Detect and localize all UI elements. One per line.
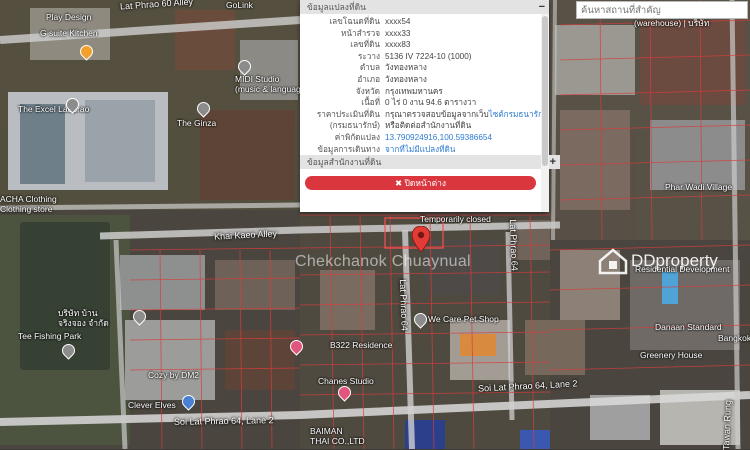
info-value-text: กรุงเทพมหานคร	[385, 86, 443, 96]
landmark-search-input[interactable]	[576, 1, 748, 19]
info-row: เลขที่ดิน xxxx83	[300, 39, 549, 51]
panel-scrollbar[interactable]	[541, 14, 549, 212]
land-parcel-section-header[interactable]: ข้อมูลแปลงที่ดิน −	[300, 0, 549, 14]
info-row: ระวาง 5136 IV 7224-10 (1000)	[300, 51, 549, 63]
road-label-lat-phrao-64: Lat Phrao 64	[397, 279, 410, 331]
info-row: จังหวัด กรุงเทพมหานคร	[300, 86, 549, 98]
poi-label-midi-studio: MIDI Studio (music & language)	[235, 74, 309, 94]
info-value: 13.790924916,100.59386654	[385, 132, 492, 144]
info-value: xxxx33	[385, 28, 410, 40]
watermark-text: Chekchanok Chuaynual	[295, 253, 471, 270]
info-row: เลขโฉนดที่ดิน xxxx54	[300, 16, 549, 28]
poi-label-chanes-studio: Chanes Studio	[318, 376, 374, 386]
poi-label-play-design: Play Design	[46, 12, 92, 22]
info-row: ตำบล วังทองหลาง	[300, 62, 549, 74]
poi-label-golink: GoLink	[226, 0, 253, 10]
info-value-text: xxxx54	[385, 17, 411, 26]
poi-label-temporarily-closed: Temporarily closed	[420, 214, 491, 224]
info-value: วังทองหลาง	[385, 74, 427, 86]
info-link[interactable]: 13.790924916,100.59386654	[385, 133, 492, 142]
house-logo-icon	[598, 248, 628, 275]
info-key: จังหวัด	[355, 86, 380, 96]
info-value: 5136 IV 7224-10 (1000)	[385, 51, 472, 63]
info-value: xxxx54	[385, 16, 410, 28]
info-value: กรุณาตรวจสอบข้อมูลจากเว็บไซต์กรมธนารักษ์	[385, 109, 548, 121]
road-label-soi-lane-2: Soi Lat Phrao 64, Lane 2	[173, 415, 274, 427]
info-key: ข้อมูลการเดินทาง	[317, 144, 380, 154]
info-link[interactable]: จากที่ไม่มีแปลงที่ดิน	[385, 145, 455, 154]
info-key: ตำบล	[359, 63, 380, 73]
info-value-text: กรุณาตรวจสอบข้อมูลจากเว็บ	[385, 109, 489, 119]
info-key: (กรมธนารักษ์)	[329, 121, 380, 131]
poi-label-fishing-park: Tee Fishing Park	[18, 331, 82, 341]
info-value-text: xxxx33	[385, 28, 411, 38]
info-key: เลขโฉนดที่ดิน	[329, 17, 380, 26]
info-key: เลขที่ดิน	[350, 40, 380, 50]
collapse-icon[interactable]: −	[539, 1, 545, 13]
info-value: หรือติดต่อสำนักงานที่ดิน	[385, 120, 471, 132]
poi-label-bangkok: Bangkok	[718, 333, 750, 343]
poi-label-cozy: Cozy by DM2	[148, 370, 200, 380]
info-key: หน้าสำรวจ	[341, 28, 380, 38]
poi-label-greenery-house: Greenery House	[640, 350, 703, 360]
info-key: ระวาง	[358, 51, 380, 61]
info-value-text: 0 ไร่ 0 งาน 94.6 ตารางวา	[385, 98, 477, 108]
info-row: ราคาประเมินที่ดิน กรุณาตรวจสอบข้อมูลจากเว…	[300, 109, 549, 121]
road-label-tawan-rung: Tawan Rung	[721, 399, 733, 450]
poi-label-baiman: BAIMAN THAI CO.,LTD	[310, 426, 365, 446]
info-row: อำเภอ วังทองหลาง	[300, 74, 549, 86]
poi-label-acha-clothing: ACHA Clothing Clothing store	[0, 194, 57, 214]
poi-label-warehouse: (warehouse) | บริษัท	[634, 18, 710, 28]
info-row: ค่าพิกัดแปลง 13.790924916,100.59386654	[300, 132, 549, 144]
info-row: ข้อมูลการเดินทาง จากที่ไม่มีแปลงที่ดิน	[300, 144, 549, 156]
poi-label-clever-elves: Clever Elves	[128, 400, 176, 410]
info-value: วังทองหลาง	[385, 62, 427, 74]
info-value: จากที่ไม่มีแปลงที่ดิน	[385, 144, 455, 156]
road-label-lat-phrao-64-b: Lat Phrao 64	[507, 219, 520, 271]
info-value-text: วังทองหลาง	[385, 63, 427, 73]
info-row: หน้าสำรวจ xxxx33	[300, 28, 549, 40]
info-link[interactable]: ไซต์กรมธนารักษ์	[489, 110, 549, 119]
info-key: เนื้อที่	[361, 98, 380, 108]
poi-label-g-suite-kitchen: G suite Kitchen	[40, 28, 98, 38]
poi-label-danaan: Danaan Standard	[655, 322, 722, 332]
info-row: เนื้อที่ 0 ไร่ 0 งาน 94.6 ตารางวา	[300, 97, 549, 109]
info-row: (กรมธนารักษ์) หรือติดต่อสำนักงานที่ดิน	[300, 120, 549, 132]
scrollbar-thumb[interactable]	[542, 16, 548, 166]
poi-label-b322-residence: B322 Residence	[330, 340, 393, 350]
info-value: 0 ไร่ 0 งาน 94.6 ตารางวา	[385, 97, 476, 109]
info-value-text: วังทองหลาง	[385, 74, 427, 84]
close-window-button[interactable]: ✖ ปิดหน้าต่าง	[305, 176, 536, 190]
ddproperty-logo: DDproperty	[598, 247, 718, 275]
expand-icon[interactable]: +	[550, 156, 556, 168]
info-key: ราคาประเมินที่ดิน	[316, 109, 380, 119]
section-title: ข้อมูลสำนักงานที่ดิน	[307, 157, 382, 167]
info-value-text: หรือติดต่อสำนักงานที่ดิน	[385, 121, 472, 131]
info-value-text: xxxx83	[385, 40, 411, 50]
brand-name: DDproperty	[631, 251, 718, 270]
poi-label-ginza: The Ginza	[177, 118, 217, 128]
selected-parcel-pin-icon[interactable]	[412, 226, 430, 252]
info-value: กรุงเทพมหานคร	[385, 86, 443, 98]
land-office-section-header[interactable]: ข้อมูลสำนักงานที่ดิน +	[300, 155, 560, 169]
info-key: อำเภอ	[357, 74, 380, 84]
info-value: xxxx83	[385, 39, 410, 51]
section-title: ข้อมูลแปลงที่ดิน	[307, 2, 366, 12]
land-info-panel: ข้อมูลแปลงที่ดิน − เลขโฉนดที่ดิน xxxx54 หน…	[300, 0, 560, 212]
poi-label-phar-wadi: Phar Wadi Village	[665, 182, 733, 192]
info-value-text: 5136 IV 7224-10 (1000)	[385, 51, 472, 61]
poi-label-we-care-pet-shop: We Care Pet Shop	[428, 314, 499, 324]
poi-label-thai-company: บริษัท บ้าน จริงจอง จำกัด	[58, 308, 109, 328]
land-info-rows: เลขโฉนดที่ดิน xxxx54 หน้าสำรวจ xxxx33 เลขที่…	[300, 14, 549, 167]
info-key: ค่าพิกัดแปลง	[334, 132, 380, 142]
